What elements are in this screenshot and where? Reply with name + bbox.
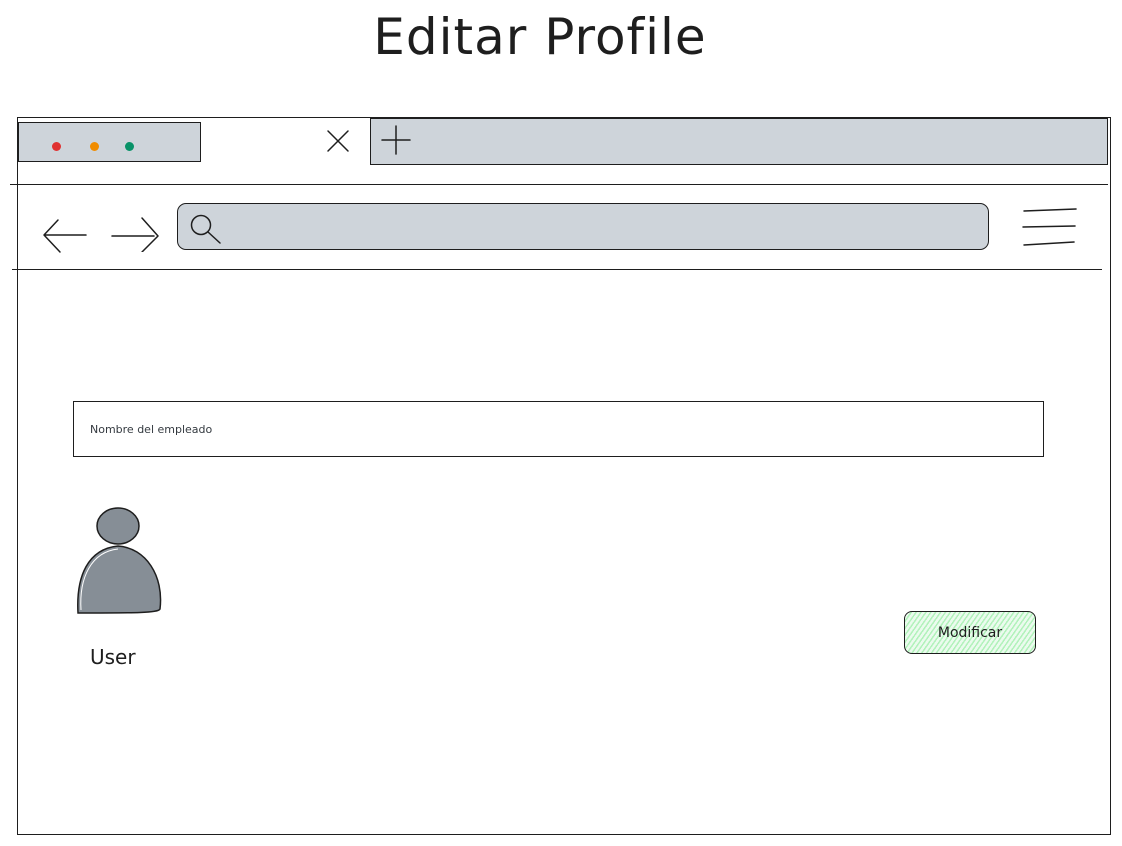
modify-button-label: Modificar: [937, 624, 1003, 641]
arrow-left-icon[interactable]: [40, 214, 90, 254]
modify-button[interactable]: Modificar: [904, 611, 1036, 654]
user-avatar-icon: [77, 507, 162, 614]
tab-bar-divider: [10, 184, 1108, 185]
plus-icon[interactable]: [379, 123, 413, 157]
close-icon[interactable]: [323, 126, 353, 156]
new-tab-bar: [370, 118, 1108, 165]
browser-window: User Modificar: [10, 117, 1111, 835]
hamburger-menu-icon[interactable]: [1018, 206, 1078, 250]
minimize-window-dot[interactable]: [90, 142, 99, 151]
window-controls: [18, 122, 201, 162]
page: Editar Profile Nombre del empleado User …: [0, 0, 1122, 846]
close-window-dot[interactable]: [52, 142, 61, 151]
maximize-window-dot[interactable]: [125, 142, 134, 151]
employee-name-input[interactable]: [73, 401, 1044, 457]
user-label: User: [90, 645, 136, 669]
arrow-right-icon[interactable]: [110, 212, 160, 252]
address-bar[interactable]: [177, 203, 989, 250]
toolbar-divider: [12, 269, 1102, 270]
page-title: Editar Profile: [373, 8, 707, 66]
search-icon: [190, 214, 221, 244]
